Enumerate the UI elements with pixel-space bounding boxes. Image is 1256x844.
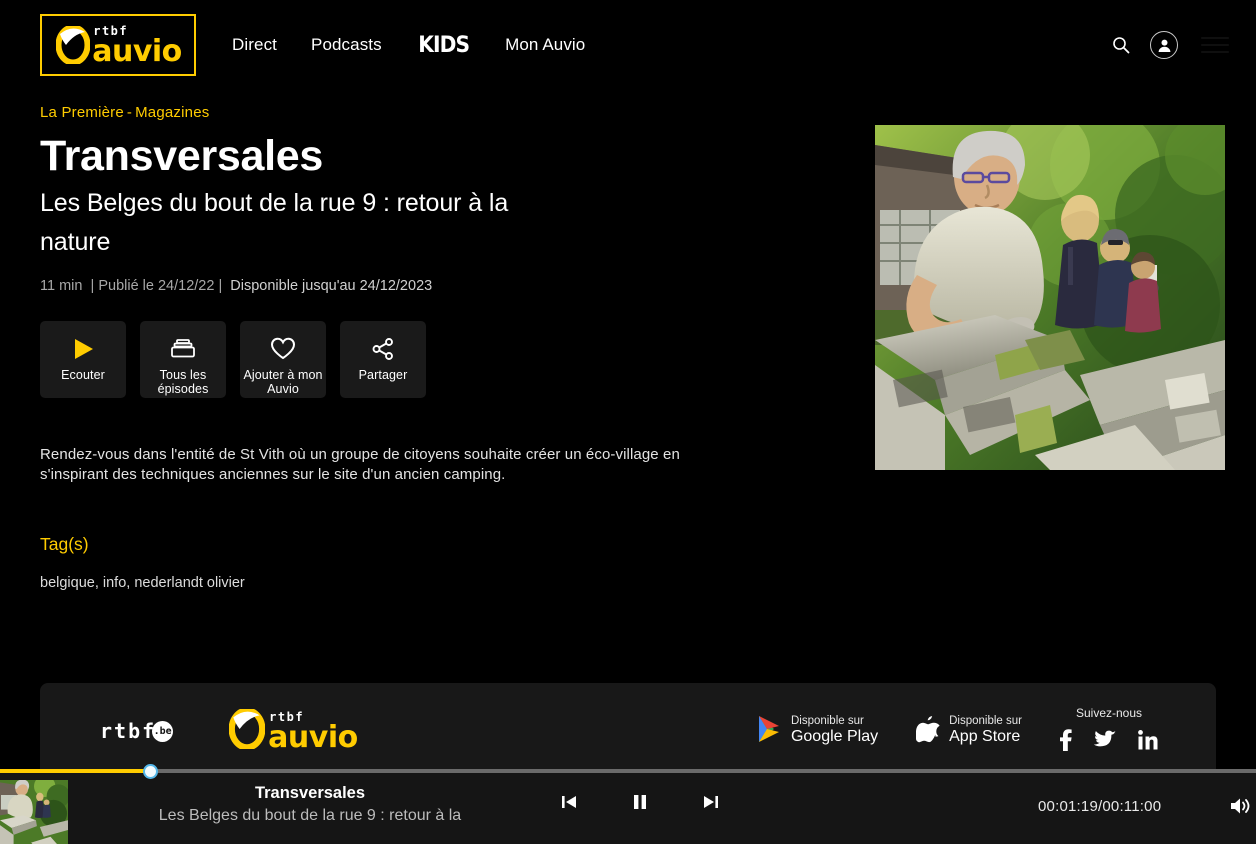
site-logo[interactable]: rtbf auvio (40, 14, 196, 76)
add-to-my-auvio-button[interactable]: Ajouter à mon Auvio (240, 320, 326, 398)
meta-available-until: Disponible jusqu'au 24/12/2023 (230, 277, 433, 294)
progress-fill (0, 769, 151, 773)
progress-handle[interactable] (143, 764, 159, 779)
follow-us-section: Suivez-nous (1060, 706, 1158, 756)
be-badge: .be (152, 720, 174, 742)
logo-auvio-text: auvio (92, 34, 182, 69)
apple-icon (915, 715, 940, 748)
search-icon[interactable] (1112, 36, 1130, 54)
player-subtitle: Les Belges du bout de la rue 9 : retour … (158, 807, 462, 824)
auvio-ring-icon-footer (228, 706, 266, 754)
breadcrumb-channel[interactable]: La Première (40, 104, 124, 121)
player-now-playing: Transversales Les Belges du bout de la r… (85, 784, 535, 825)
facebook-icon[interactable] (1060, 729, 1072, 756)
pause-button[interactable] (632, 793, 648, 811)
user-account-icon[interactable] (1150, 31, 1178, 59)
footer-logos: rtbf .be rtbf auvio (100, 706, 358, 755)
play-icon (72, 336, 95, 362)
share-button[interactable]: Partager (340, 320, 426, 398)
google-play-badge[interactable]: Disponible sur Google Play (757, 715, 878, 748)
social-links (1060, 729, 1158, 756)
twitter-icon[interactable] (1093, 730, 1116, 755)
player-time-display: 00:01:19/00:11:00 (1038, 798, 1162, 815)
tags-list: belgique, info, nederlandt olivier (40, 575, 245, 592)
progress-track (0, 769, 1256, 773)
nav-item-mon-auvio[interactable]: Mon Auvio (505, 35, 585, 55)
episode-subtitle: Les Belges du bout de la rue 9 : retour … (40, 189, 509, 256)
auvio-episode-page: rtbf auvio Direct Podcasts KIDS Mon Auvi… (0, 0, 1256, 844)
episode-description: Rendez-vous dans l'entité de St Vith où … (40, 445, 680, 483)
app-store-small-label: Disponible sur (949, 715, 1022, 728)
rtbf-be-logo[interactable]: rtbf .be (100, 719, 174, 743)
header-actions (1112, 30, 1232, 60)
google-play-icon (757, 715, 782, 748)
nav-item-kids[interactable]: KIDS (418, 33, 470, 58)
breadcrumb-separator: - (126, 104, 133, 121)
tags-heading: Tag(s) (40, 534, 89, 555)
page-title: Transversales (40, 132, 323, 180)
nav-item-podcasts[interactable]: Podcasts (311, 35, 382, 55)
main-navigation: Direct Podcasts KIDS Mon Auvio (232, 33, 585, 58)
all-episodes-button[interactable]: Tous les épisodes (140, 320, 226, 398)
episodes-icon (170, 336, 196, 362)
follow-us-label: Suivez-nous (1075, 706, 1143, 720)
share-icon (371, 336, 395, 362)
breadcrumb-category[interactable]: Magazines (135, 104, 209, 121)
footer-logo-auvio-text: auvio (268, 720, 358, 755)
site-header: rtbf auvio Direct Podcasts KIDS Mon Auvi… (0, 0, 1256, 90)
listen-button[interactable]: Ecouter (40, 320, 126, 398)
heart-icon (270, 336, 296, 362)
player-controls (560, 793, 720, 811)
episode-actions: Ecouter Tous les épisodes Ajouter à mon … (40, 320, 740, 398)
meta-published: Publié le 24/12/22 (98, 277, 215, 294)
audio-player-bar: Transversales Les Belges du bout de la r… (0, 764, 1256, 844)
linkedin-icon[interactable] (1138, 730, 1158, 755)
breadcrumb: La Première - Magazines (40, 104, 740, 121)
nav-item-direct[interactable]: Direct (232, 35, 277, 55)
add-to-my-auvio-button-label: Ajouter à mon Auvio (243, 367, 323, 397)
app-store-badge[interactable]: Disponible sur App Store (915, 715, 1022, 748)
player-title: Transversales (254, 784, 366, 802)
episode-meta: 11 min | Publié le 24/12/22 | Disponible… (40, 278, 740, 294)
auvio-ring-icon (56, 26, 91, 64)
meta-duration: 11 min (40, 277, 83, 294)
next-button[interactable] (702, 793, 720, 811)
episode-details: La Première - Magazines Transversales Les … (40, 104, 740, 591)
footer-right: Disponible sur Google Play Disponible su… (757, 706, 1158, 756)
listen-button-label: Ecouter (61, 367, 105, 382)
footer-auvio-logo[interactable]: rtbf auvio (228, 706, 358, 755)
app-store-label: App Store (949, 728, 1021, 746)
episode-cover-image (875, 125, 1225, 470)
all-episodes-button-label: Tous les épisodes (157, 367, 209, 397)
google-play-small-label: Disponible sur (790, 715, 864, 728)
share-button-label: Partager (358, 367, 408, 382)
rtbf-be-text: rtbf (100, 719, 157, 743)
playback-progress-bar[interactable] (0, 762, 1256, 780)
volume-icon[interactable] (1230, 797, 1250, 820)
previous-button[interactable] (560, 793, 578, 811)
overflow-menu-icon[interactable] (1198, 30, 1232, 60)
google-play-label: Google Play (790, 728, 879, 746)
player-thumbnail (0, 780, 68, 844)
